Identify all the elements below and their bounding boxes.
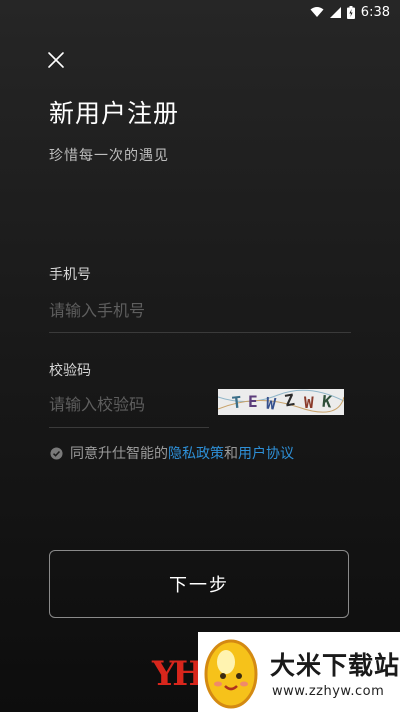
code-input[interactable]: [49, 390, 209, 418]
agreement-row: 同意升仕智能的 隐私政策 和 用户协议: [50, 443, 294, 463]
status-bar: 6:38: [0, 0, 400, 24]
captcha-char-4: Z: [283, 390, 296, 410]
watermark-url: www.zzhyw.com: [272, 684, 385, 699]
code-label: 校验码: [49, 363, 91, 379]
battery-icon: [346, 5, 355, 19]
watermark-brand: 大米下载站: [270, 651, 400, 680]
captcha-char-2: E: [248, 392, 258, 411]
watermark: YH 大米下载站 www.zzhyw.com: [0, 632, 400, 712]
wifi-icon: [310, 7, 324, 17]
user-agreement-link[interactable]: 用户协议: [238, 443, 294, 463]
captcha-image[interactable]: T E W Z W K: [218, 389, 344, 415]
agreement-and: 和: [224, 446, 238, 462]
phone-input[interactable]: [49, 296, 349, 324]
captcha-char-1: T: [231, 392, 243, 412]
page-subtitle: 珍惜每一次的遇见: [49, 148, 169, 164]
captcha-char-3: W: [265, 394, 278, 414]
status-time: 6:38: [360, 4, 390, 20]
agreement-prefix: 同意升仕智能的: [70, 446, 168, 462]
egg-mascot-icon: [204, 639, 258, 709]
captcha-char-5: W: [304, 393, 314, 412]
phone-divider: [49, 332, 351, 333]
captcha-char-6: K: [321, 392, 333, 412]
next-button[interactable]: 下一步: [49, 550, 349, 618]
watermark-card: 大米下载站 www.zzhyw.com: [198, 632, 400, 712]
close-icon: [48, 52, 64, 68]
privacy-policy-link[interactable]: 隐私政策: [168, 443, 224, 463]
page-title: 新用户注册: [49, 99, 180, 128]
watermark-red-logo: YH: [152, 654, 204, 694]
check-circle-icon[interactable]: [50, 446, 63, 460]
phone-label: 手机号: [49, 267, 91, 283]
code-divider: [49, 427, 209, 428]
close-button[interactable]: [44, 48, 68, 72]
cell-signal-icon: [329, 7, 341, 18]
